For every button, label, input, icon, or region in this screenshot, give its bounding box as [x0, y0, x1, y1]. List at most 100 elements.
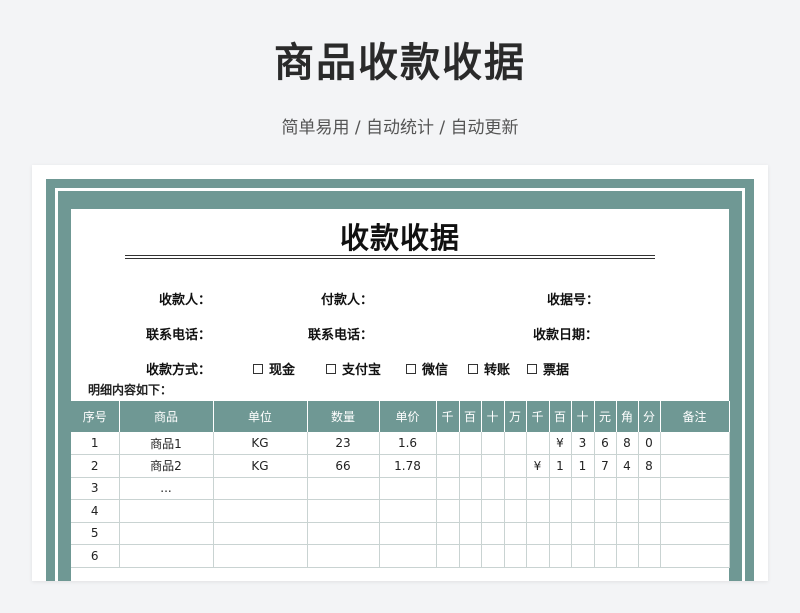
table-cell[interactable]: 2 [71, 454, 120, 478]
table-cell[interactable] [660, 454, 730, 478]
table-cell[interactable] [213, 499, 308, 523]
table-cell[interactable] [459, 522, 482, 545]
table-cell[interactable] [459, 432, 482, 455]
option-alipay[interactable]: 支付宝 [326, 359, 381, 378]
table-cell[interactable] [213, 522, 308, 545]
table-cell[interactable]: 1 [571, 454, 595, 478]
table-cell[interactable] [571, 477, 595, 500]
table-cell[interactable] [119, 544, 214, 568]
table-cell[interactable] [481, 477, 505, 500]
table-cell[interactable]: 6 [594, 432, 617, 455]
table-cell[interactable] [379, 499, 437, 523]
table-cell[interactable] [616, 544, 639, 568]
table-cell[interactable]: ¥ [526, 454, 550, 478]
table-cell[interactable] [504, 477, 527, 500]
table-cell[interactable] [660, 477, 730, 500]
table-cell[interactable]: ... [119, 477, 214, 500]
table-cell[interactable] [307, 522, 380, 545]
table-cell[interactable] [504, 499, 527, 523]
checkbox-icon[interactable] [468, 363, 478, 374]
table-cell[interactable] [459, 454, 482, 478]
table-cell[interactable] [594, 544, 617, 568]
table-cell[interactable] [594, 522, 617, 545]
table-cell[interactable] [660, 432, 730, 455]
table-cell[interactable] [526, 432, 550, 455]
table-cell[interactable] [638, 499, 661, 523]
table-cell[interactable] [213, 544, 308, 568]
checkbox-icon[interactable] [253, 363, 263, 374]
table-cell[interactable] [549, 477, 572, 500]
table-cell[interactable] [481, 522, 505, 545]
table-cell[interactable]: 3 [71, 477, 120, 500]
table-cell[interactable] [594, 477, 617, 500]
table-cell[interactable] [616, 477, 639, 500]
table-cell[interactable] [459, 477, 482, 500]
table-cell[interactable] [307, 499, 380, 523]
table-cell[interactable] [549, 544, 572, 568]
table-cell[interactable] [638, 477, 661, 500]
option-wechat[interactable]: 微信 [406, 359, 448, 378]
table-cell[interactable] [504, 544, 527, 568]
checkbox-icon[interactable] [326, 363, 336, 374]
table-cell[interactable] [526, 522, 550, 545]
table-cell[interactable] [616, 499, 639, 523]
table-cell[interactable] [571, 499, 595, 523]
table-cell[interactable] [526, 544, 550, 568]
table-cell[interactable] [660, 544, 730, 568]
table-cell[interactable] [119, 522, 214, 545]
table-cell[interactable] [616, 522, 639, 545]
table-cell[interactable] [549, 499, 572, 523]
table-cell[interactable] [660, 522, 730, 545]
table-cell[interactable] [638, 544, 661, 568]
table-cell[interactable] [436, 454, 460, 478]
table-cell[interactable] [436, 499, 460, 523]
table-cell[interactable] [213, 477, 308, 500]
table-cell[interactable] [481, 499, 505, 523]
table-cell[interactable] [638, 522, 661, 545]
option-cash[interactable]: 现金 [253, 359, 295, 378]
table-cell[interactable] [481, 454, 505, 478]
table-cell[interactable] [436, 477, 460, 500]
table-cell[interactable]: 23 [307, 432, 380, 455]
table-cell[interactable] [459, 544, 482, 568]
option-transfer[interactable]: 转账 [468, 359, 510, 378]
table-cell[interactable] [481, 544, 505, 568]
table-cell[interactable] [436, 432, 460, 455]
table-cell[interactable] [307, 544, 380, 568]
option-bill[interactable]: 票据 [527, 359, 569, 378]
table-cell[interactable] [379, 544, 437, 568]
checkbox-icon[interactable] [406, 363, 416, 374]
table-cell[interactable] [459, 499, 482, 523]
table-cell[interactable] [436, 522, 460, 545]
table-cell[interactable]: 商品2 [119, 454, 214, 478]
table-cell[interactable] [379, 522, 437, 545]
table-cell[interactable]: 商品1 [119, 432, 214, 455]
table-cell[interactable]: 4 [71, 499, 120, 523]
table-cell[interactable] [571, 544, 595, 568]
table-cell[interactable] [571, 522, 595, 545]
table-cell[interactable] [526, 477, 550, 500]
table-cell[interactable] [436, 544, 460, 568]
table-cell[interactable]: 7 [594, 454, 617, 478]
table-cell[interactable]: 3 [571, 432, 595, 455]
table-cell[interactable] [526, 499, 550, 523]
table-cell[interactable]: KG [213, 432, 308, 455]
table-cell[interactable]: 1 [549, 454, 572, 478]
table-cell[interactable] [307, 477, 380, 500]
table-cell[interactable]: 1 [71, 432, 120, 455]
table-cell[interactable] [660, 499, 730, 523]
table-cell[interactable]: KG [213, 454, 308, 478]
table-cell[interactable]: 66 [307, 454, 380, 478]
table-cell[interactable]: 4 [616, 454, 639, 478]
table-cell[interactable]: ¥ [549, 432, 572, 455]
table-cell[interactable]: 8 [638, 454, 661, 478]
table-cell[interactable] [504, 522, 527, 545]
table-cell[interactable]: 6 [71, 544, 120, 568]
table-cell[interactable]: 1.6 [379, 432, 437, 455]
table-cell[interactable]: 5 [71, 522, 120, 545]
table-cell[interactable] [504, 432, 527, 455]
table-cell[interactable]: 1.78 [379, 454, 437, 478]
table-cell[interactable]: 0 [638, 432, 661, 455]
table-cell[interactable] [594, 499, 617, 523]
table-cell[interactable]: 8 [616, 432, 639, 455]
